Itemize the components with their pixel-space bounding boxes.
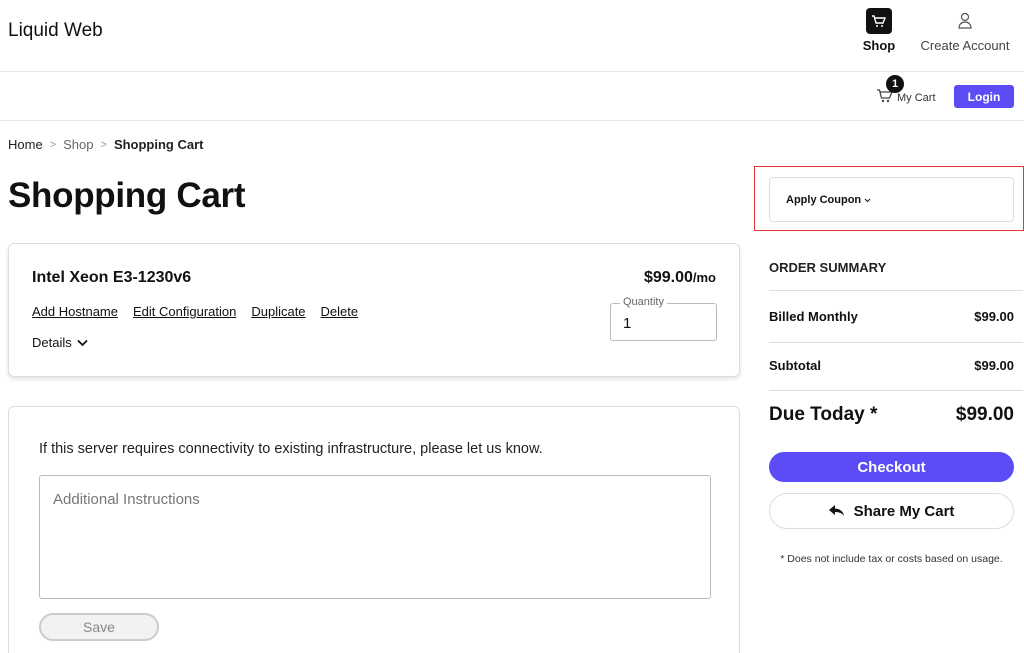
instructions-prompt: If this server requires connectivity to … xyxy=(39,441,543,457)
login-button[interactable]: Login xyxy=(954,85,1014,108)
user-icon xyxy=(952,8,978,34)
cart-count-badge: 1 xyxy=(886,75,904,93)
quantity-value: 1 xyxy=(623,315,632,332)
instructions-card: If this server requires connectivity to … xyxy=(8,406,740,653)
nav-shop-label: Shop xyxy=(862,38,896,53)
tax-note: * Does not include tax or costs based on… xyxy=(780,553,1003,565)
brand-logo[interactable]: Liquid Web xyxy=(8,20,103,42)
billed-row: Billed Monthly $99.00 xyxy=(769,309,1014,324)
billed-label: Billed Monthly xyxy=(769,309,858,324)
chevron-down-icon xyxy=(77,335,88,350)
details-label: Details xyxy=(32,335,72,350)
save-button[interactable]: Save xyxy=(39,613,159,641)
breadcrumb-shop[interactable]: Shop xyxy=(63,137,93,152)
breadcrumb-separator: > xyxy=(100,138,107,151)
chevron-down-icon xyxy=(864,194,871,206)
breadcrumb-current: Shopping Cart xyxy=(113,137,204,152)
my-cart-link[interactable]: My Cart xyxy=(876,88,936,108)
additional-instructions-textarea[interactable]: Additional Instructions xyxy=(39,475,711,599)
item-price-amount: $99.00 xyxy=(643,269,693,286)
page-title: Shopping Cart xyxy=(8,176,246,215)
item-price: $99.00/mo xyxy=(644,269,716,287)
cart-icon xyxy=(866,8,892,34)
add-hostname-link[interactable]: Add Hostname xyxy=(32,304,118,319)
sub-header xyxy=(0,72,1024,121)
share-cart-button[interactable]: Share My Cart xyxy=(769,493,1014,529)
item-actions: Add Hostname Edit Configuration Duplicat… xyxy=(32,304,358,319)
subtotal-label: Subtotal xyxy=(769,358,821,373)
divider xyxy=(769,290,1023,291)
apply-coupon-label: Apply Coupon xyxy=(786,193,862,206)
quantity-label: Quantity xyxy=(620,296,667,308)
breadcrumb-home[interactable]: Home xyxy=(8,137,43,152)
subtotal-value: $99.00 xyxy=(974,358,1014,373)
duplicate-link[interactable]: Duplicate xyxy=(251,304,305,319)
due-today-label: Due Today * xyxy=(769,404,878,425)
nav-create-account[interactable]: Create Account xyxy=(914,8,1016,53)
my-cart-label: My Cart xyxy=(897,92,936,104)
reply-arrow-icon xyxy=(828,503,844,520)
breadcrumb-separator: > xyxy=(49,138,57,151)
subtotal-row: Subtotal $99.00 xyxy=(769,358,1014,373)
item-name: Intel Xeon E3-1230v6 xyxy=(32,269,192,286)
share-cart-label: Share My Cart xyxy=(853,502,955,520)
due-today-value: $99.00 xyxy=(955,404,1014,425)
top-header: Liquid Web Shop Create Account xyxy=(0,0,1024,72)
divider xyxy=(769,390,1023,391)
due-today-row: Due Today * $99.00 xyxy=(769,404,1014,426)
checkout-button[interactable]: Checkout xyxy=(769,452,1014,482)
cart-item-card: Intel Xeon E3-1230v6 $99.00/mo Add Hostn… xyxy=(8,243,740,377)
divider xyxy=(769,342,1023,343)
apply-coupon-toggle[interactable]: Apply Coupon xyxy=(769,177,1014,222)
delete-link[interactable]: Delete xyxy=(321,304,359,319)
item-price-period: /mo xyxy=(692,270,716,285)
quantity-field[interactable]: Quantity 1 xyxy=(610,296,717,341)
nav-account-label: Create Account xyxy=(920,38,1010,53)
billed-value: $99.00 xyxy=(974,309,1014,324)
order-summary-title: ORDER SUMMARY xyxy=(769,260,887,275)
details-toggle[interactable]: Details xyxy=(32,335,88,350)
breadcrumb: Home > Shop > Shopping Cart xyxy=(8,137,203,152)
edit-configuration-link[interactable]: Edit Configuration xyxy=(133,304,236,319)
nav-shop[interactable]: Shop xyxy=(858,8,900,53)
